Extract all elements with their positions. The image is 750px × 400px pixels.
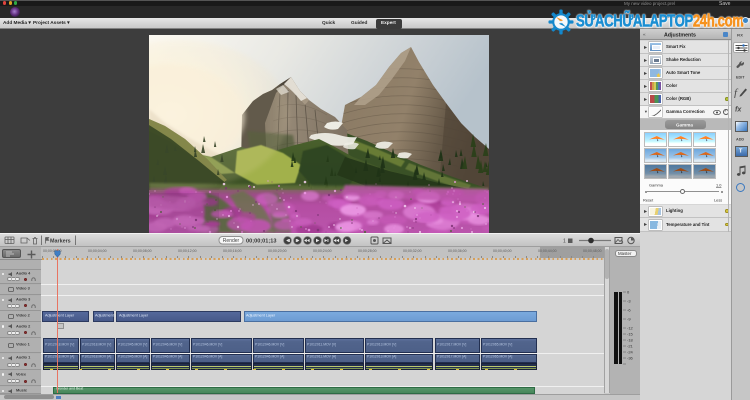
svg-text:-15: -15 bbox=[627, 332, 634, 337]
svg-text:-21: -21 bbox=[627, 344, 634, 349]
svg-text:f: f bbox=[734, 87, 739, 98]
svg-text:-12: -12 bbox=[627, 326, 634, 331]
svg-text:Markers: Markers bbox=[50, 238, 71, 244]
svg-text:-36: -36 bbox=[627, 356, 634, 361]
svg-text:00;00;01;13: 00;00;01;13 bbox=[246, 239, 276, 245]
svg-text:1: 1 bbox=[563, 239, 566, 245]
svg-text:-3: -3 bbox=[627, 299, 631, 304]
svg-text:-6: -6 bbox=[627, 308, 631, 313]
svg-text:Render: Render bbox=[223, 238, 240, 244]
svg-text:-18: -18 bbox=[627, 338, 634, 343]
svg-text:-9: -9 bbox=[627, 317, 631, 322]
svg-text:-24: -24 bbox=[627, 350, 634, 355]
svg-text:0: 0 bbox=[627, 290, 630, 295]
